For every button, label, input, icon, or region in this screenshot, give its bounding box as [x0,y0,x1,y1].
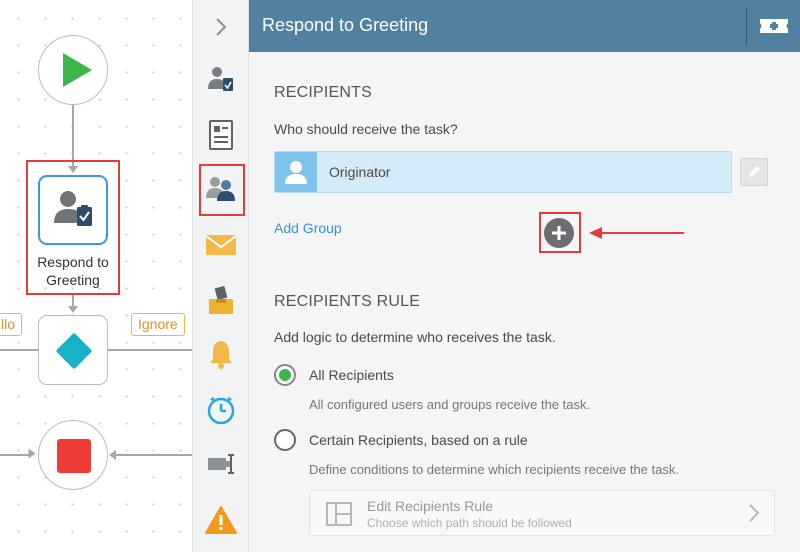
connector-gateway-right [108,349,192,351]
radio-certain-recipients-desc: Define conditions to determine which rec… [309,462,679,477]
plus-icon [552,226,566,240]
connector-stop-right [116,454,192,456]
connector-gateway-left [0,349,38,351]
gateway-diamond-icon [55,332,93,370]
start-node[interactable] [38,35,108,105]
recipients-question: Who should receive the task? [274,121,458,137]
radio-all-recipients-label[interactable]: All Recipients [309,367,394,383]
radio-all-recipients[interactable] [274,364,296,386]
connector-arrow [68,306,78,313]
radio-certain-recipients-label[interactable]: Certain Recipients, based on a rule [309,432,528,448]
lane-tag-hello[interactable]: llo [0,313,23,336]
stop-node[interactable] [38,420,108,490]
edit-rule-title: Edit Recipients Rule [367,498,494,514]
panel-header: Respond to Greeting [249,0,800,52]
connector-start-task [72,105,74,167]
header-divider [746,8,747,46]
chevron-right-icon [749,504,760,522]
inbox-icon[interactable] [199,278,243,322]
play-icon [63,53,92,87]
field-icon[interactable] [199,442,243,486]
notification-bell-icon[interactable] [199,332,243,376]
pencil-icon [749,166,760,177]
edit-rule-subtitle: Choose which path should be followed [367,516,572,530]
recipient-row-originator[interactable]: Originator [274,151,732,193]
task-node-label: Respond to Greeting [37,254,109,288]
add-recipient-button[interactable] [544,218,574,248]
radio-certain-recipients[interactable] [274,429,296,451]
layout-icon [326,502,352,526]
recipients-heading: RECIPIENTS [274,84,373,101]
gateway-node[interactable] [38,315,108,385]
radio-all-recipients-desc: All configured users and groups receive … [309,397,591,412]
user-task-icon[interactable] [199,57,243,101]
add-group-link[interactable]: Add Group [274,220,342,236]
edit-recipient-button[interactable] [740,158,768,186]
lane-tag-ignore[interactable]: Ignore [131,313,185,336]
edit-recipients-rule-button[interactable]: Edit Recipients Rule Choose which path s… [309,490,775,536]
callout-arrow-line [601,232,684,234]
panel-title: Respond to Greeting [262,15,429,35]
highlight-box-recipients [199,164,245,216]
connector-arrow [109,450,116,460]
properties-toolbar [192,0,249,552]
recipients-rule-heading: RECIPIENTS RULE [274,293,421,310]
workflow-canvas[interactable]: Respond to Greeting llo Ignore [0,0,192,552]
warning-icon[interactable] [199,498,243,542]
user-avatar-icon [275,152,317,192]
connector-arrow [28,448,36,459]
properties-panel: Respond to Greeting RECIPIENTS Who shoul… [249,0,800,552]
add-ticket-icon[interactable] [757,14,791,38]
collapse-chevron-icon[interactable] [199,5,243,49]
recipient-name: Originator [329,164,391,180]
form-icon[interactable] [199,113,243,157]
timer-icon[interactable] [199,388,243,432]
connector-stop-left [0,454,32,456]
stop-icon [57,439,91,473]
recipients-rule-description: Add logic to determine who receives the … [274,329,556,345]
email-icon[interactable] [199,223,243,267]
